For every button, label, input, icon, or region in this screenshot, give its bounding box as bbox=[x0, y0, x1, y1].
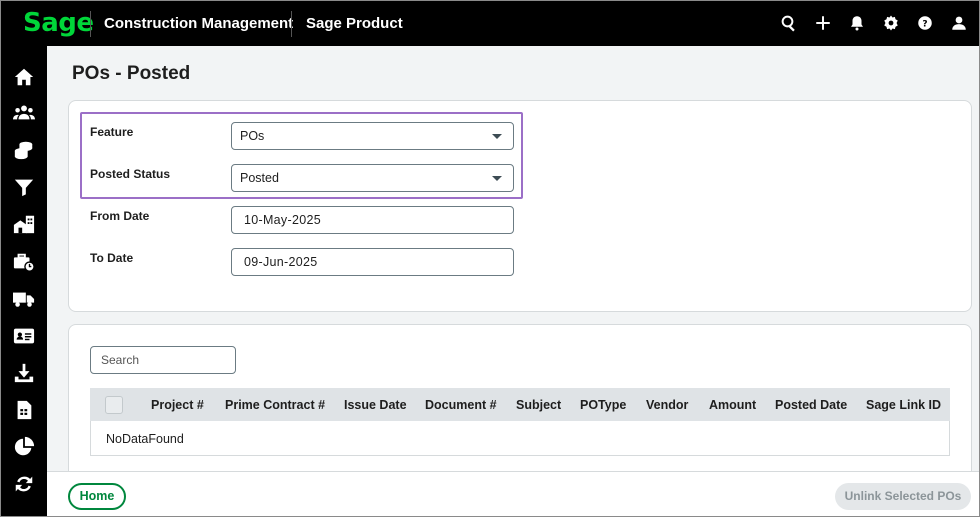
truck-icon[interactable] bbox=[12, 287, 36, 311]
product-name[interactable]: Sage Product bbox=[306, 15, 403, 32]
coins-icon[interactable] bbox=[12, 138, 36, 162]
download-icon[interactable] bbox=[12, 361, 36, 385]
column-header[interactable]: Subject bbox=[516, 398, 561, 412]
user-icon[interactable] bbox=[949, 13, 969, 33]
table-row: NoDataFound bbox=[90, 421, 950, 456]
divider bbox=[90, 11, 91, 37]
to-date-label: To Date bbox=[90, 251, 134, 265]
people-icon[interactable] bbox=[12, 101, 36, 125]
select-all-checkbox[interactable] bbox=[105, 396, 123, 414]
divider bbox=[291, 11, 292, 37]
column-header[interactable]: Amount bbox=[709, 398, 756, 412]
footer-bar: Home Unlink Selected POs bbox=[47, 471, 979, 516]
top-bar: Sage Construction Management Sage Produc… bbox=[1, 1, 979, 46]
from-date-input[interactable]: 10-May-2025 bbox=[231, 206, 514, 234]
from-date-label: From Date bbox=[90, 209, 150, 223]
posted-status-label: Posted Status bbox=[90, 167, 171, 181]
chevron-down-icon bbox=[492, 134, 502, 139]
filter-icon[interactable] bbox=[12, 175, 36, 199]
posted-status-select[interactable]: Posted bbox=[231, 164, 514, 192]
sage-logo[interactable]: Sage bbox=[23, 8, 94, 38]
app-window: Sage Construction Management Sage Produc… bbox=[0, 0, 980, 517]
to-date-input[interactable]: 09-Jun-2025 bbox=[231, 248, 514, 276]
sync-icon[interactable] bbox=[12, 472, 36, 496]
unlink-selected-pos-button[interactable]: Unlink Selected POs bbox=[835, 483, 971, 510]
svg-text:?: ? bbox=[922, 19, 927, 29]
column-header[interactable]: Issue Date bbox=[344, 398, 407, 412]
home-icon[interactable] bbox=[12, 65, 36, 89]
app-name[interactable]: Construction Management bbox=[104, 15, 293, 32]
plus-icon[interactable] bbox=[813, 13, 833, 33]
column-header[interactable]: Sage Link ID bbox=[866, 398, 941, 412]
sidebar bbox=[1, 46, 47, 516]
empty-state-text: NoDataFound bbox=[106, 432, 184, 446]
column-header[interactable]: Posted Date bbox=[775, 398, 847, 412]
toolbox-clock-icon[interactable] bbox=[12, 250, 36, 274]
feature-select-value: POs bbox=[240, 129, 265, 143]
help-icon[interactable]: ? bbox=[915, 13, 935, 33]
search-input[interactable]: Search bbox=[90, 346, 236, 374]
gear-icon[interactable] bbox=[881, 13, 901, 33]
buildings-icon[interactable] bbox=[12, 212, 36, 236]
bell-icon[interactable] bbox=[847, 13, 867, 33]
table-header: Project # Prime Contract # Issue Date Do… bbox=[90, 388, 950, 421]
column-header[interactable]: Vendor bbox=[646, 398, 688, 412]
column-header[interactable]: Project # bbox=[151, 398, 204, 412]
id-card-icon[interactable] bbox=[12, 324, 36, 348]
posted-status-select-value: Posted bbox=[240, 171, 279, 185]
top-icons: ? bbox=[779, 13, 969, 33]
feature-select[interactable]: POs bbox=[231, 122, 514, 150]
page-title: POs - Posted bbox=[72, 63, 191, 84]
calculator-icon[interactable] bbox=[12, 398, 36, 422]
home-button[interactable]: Home bbox=[68, 483, 126, 510]
search-icon[interactable] bbox=[779, 13, 799, 33]
column-header[interactable]: Prime Contract # bbox=[225, 398, 325, 412]
feature-label: Feature bbox=[90, 125, 134, 139]
chevron-down-icon bbox=[492, 176, 502, 181]
column-header[interactable]: Document # bbox=[425, 398, 497, 412]
pie-chart-icon[interactable] bbox=[12, 435, 36, 459]
column-header[interactable]: POType bbox=[580, 398, 626, 412]
